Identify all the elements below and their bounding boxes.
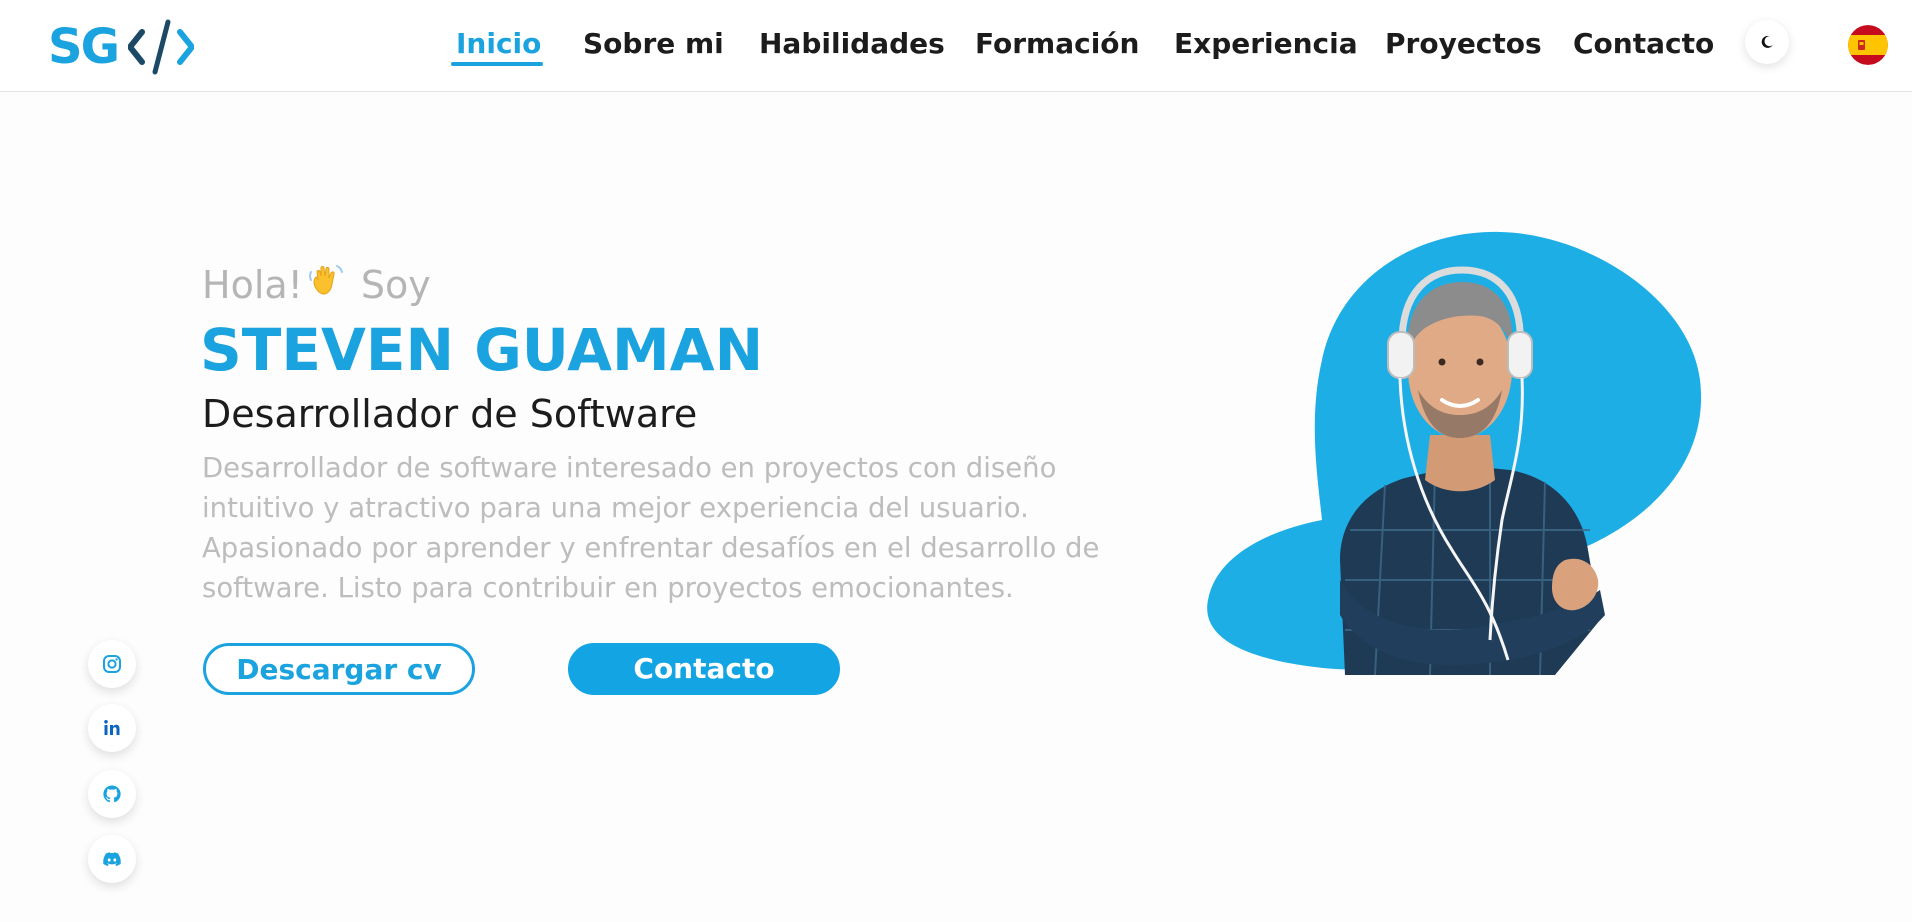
nav-inicio[interactable]: Inicio: [456, 22, 541, 66]
nav-formacion[interactable]: Formación: [975, 22, 1139, 66]
discord-icon: [103, 852, 121, 866]
contact-button[interactable]: Contacto: [568, 643, 840, 695]
nav-contacto[interactable]: Contacto: [1573, 22, 1714, 66]
code-brackets-icon: [127, 19, 194, 75]
greeting-text: Hola!: [202, 263, 303, 307]
github-icon: [103, 785, 121, 803]
greeting-soy: Soy: [360, 263, 431, 307]
discord-link[interactable]: [88, 835, 136, 883]
site-logo[interactable]: SG: [48, 18, 194, 76]
active-nav-indicator: [451, 62, 543, 66]
instagram-icon: [103, 655, 121, 673]
hero-role: Desarrollador de Software: [202, 392, 698, 436]
headphones-left-cup: [1387, 331, 1415, 379]
spain-flag-icon: [1848, 25, 1888, 65]
person-neck: [1425, 435, 1495, 492]
headphones-right-cup: [1507, 331, 1533, 379]
site-header: SG Inicio Sobre mi Habilidades Formación…: [0, 0, 1912, 92]
language-switch-button[interactable]: [1848, 25, 1888, 65]
hero-name: STEVEN GUAMAN: [200, 316, 764, 384]
github-link[interactable]: [88, 770, 136, 818]
linkedin-link[interactable]: [88, 704, 136, 752]
nav-experiencia[interactable]: Experiencia: [1174, 22, 1358, 66]
linkedin-icon: [104, 720, 120, 735]
nav-habilidades[interactable]: Habilidades: [759, 22, 945, 66]
download-cv-button[interactable]: Descargar cv: [203, 643, 475, 695]
theme-toggle-button[interactable]: [1745, 20, 1789, 64]
nav-proyectos[interactable]: Proyectos: [1385, 22, 1542, 66]
nav-sobre-mi[interactable]: Sobre mi: [583, 22, 724, 66]
waving-hand-icon: [307, 259, 347, 319]
hero-description: Desarrollador de software interesado en …: [202, 452, 1100, 604]
logo-initials: SG: [48, 19, 120, 75]
moon-icon: [1761, 35, 1773, 48]
instagram-link[interactable]: [88, 640, 136, 688]
hero-profile-illustration: [1207, 231, 1702, 676]
hero-greeting: Hola! Soy: [202, 255, 431, 315]
